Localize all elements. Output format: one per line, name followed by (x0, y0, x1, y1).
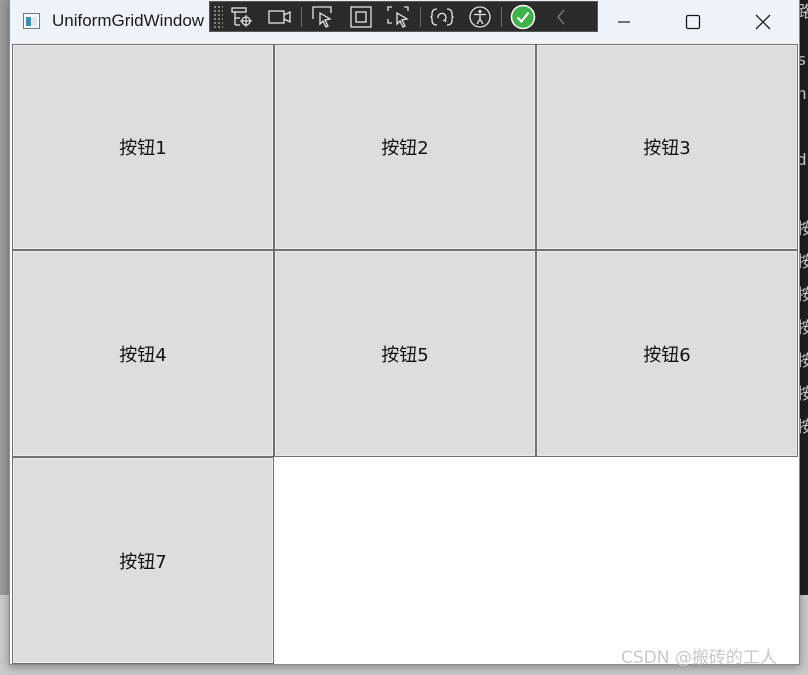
toolbar-separator (420, 6, 421, 27)
select-element-button[interactable] (308, 3, 338, 31)
toolbar-separator (501, 6, 502, 27)
minimize-icon (618, 21, 630, 23)
collapse-toolbar-button[interactable] (546, 3, 576, 31)
track-focus-button[interactable] (384, 3, 414, 31)
maximize-icon (685, 14, 701, 30)
close-button[interactable] (728, 0, 798, 44)
select-element-icon (312, 5, 332, 28)
accessibility-icon (469, 5, 491, 28)
grid-button-1[interactable]: 按钮1 (12, 44, 274, 250)
grid-button-4[interactable]: 按钮4 (12, 250, 274, 457)
display-layout-adorners-button[interactable] (346, 3, 376, 31)
grid-button-6[interactable]: 按钮6 (536, 250, 798, 457)
grid-button-2[interactable]: 按钮2 (274, 44, 536, 250)
collapse-chevron-icon (557, 9, 565, 24)
grid-button-7[interactable]: 按钮7 (12, 457, 274, 664)
drag-grip-handle[interactable] (213, 4, 223, 29)
close-icon (755, 14, 771, 30)
hot-reload-icon (430, 7, 454, 26)
app-window-icon (23, 13, 40, 29)
live-visual-tree-button[interactable] (227, 3, 257, 31)
grid-button-3[interactable]: 按钮3 (536, 44, 798, 250)
record-icon (268, 9, 291, 24)
hot-reload-button[interactable] (427, 3, 457, 31)
live-visual-tree-icon (231, 6, 252, 27)
uniform-grid-window: UniformGridWindow 按钮1 按钮2 按钮3 按钮4 按钮5 按钮… (9, 0, 800, 665)
status-check-button[interactable] (508, 3, 538, 31)
uniform-grid: 按钮1 按钮2 按钮3 按钮4 按钮5 按钮6 按钮7 (12, 44, 798, 664)
maximize-button[interactable] (658, 0, 728, 44)
grid-button-5[interactable]: 按钮5 (274, 250, 536, 457)
window-title: UniformGridWindow (52, 11, 205, 30)
xaml-debug-toolbar (209, 1, 598, 32)
record-button[interactable] (265, 3, 295, 31)
checkmark-status-icon (510, 4, 536, 29)
accessibility-button[interactable] (465, 3, 495, 31)
minimize-button[interactable] (589, 0, 659, 44)
watermark: CSDN @搬砖的工人 (621, 648, 777, 668)
display-layout-adorners-icon (350, 5, 372, 28)
toolbar-separator (301, 6, 302, 27)
track-focus-icon (387, 5, 409, 28)
